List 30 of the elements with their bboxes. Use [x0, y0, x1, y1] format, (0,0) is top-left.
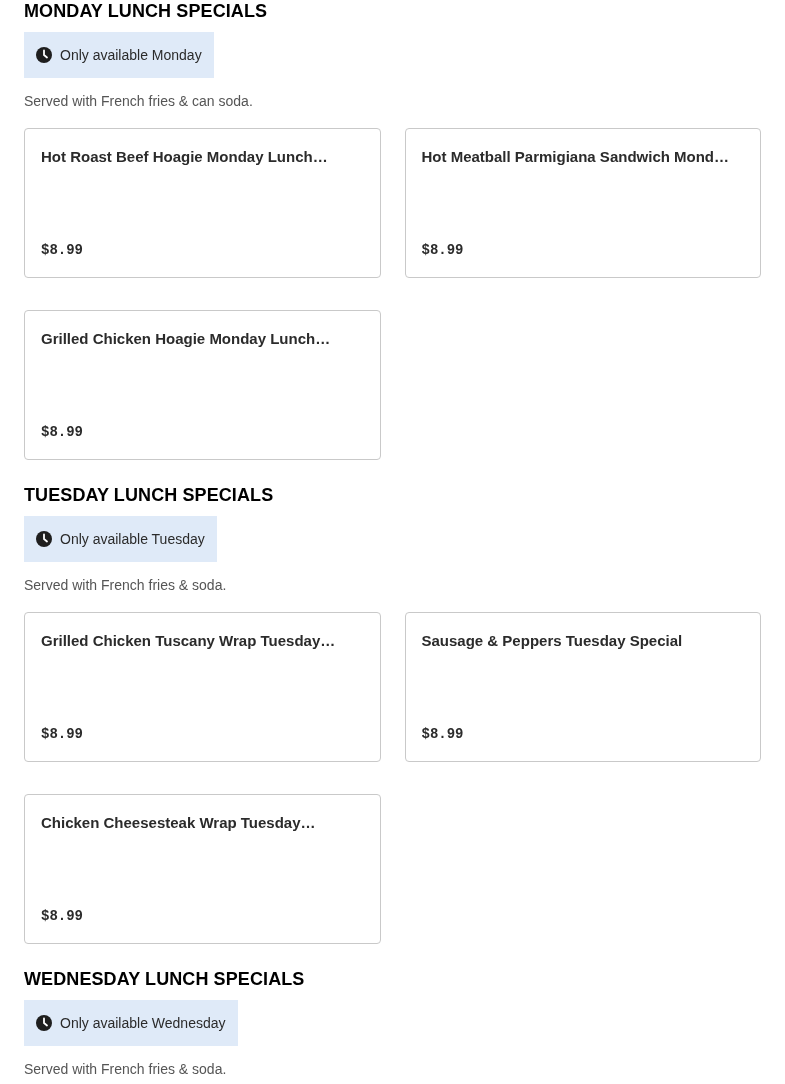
clock-icon — [36, 1015, 52, 1031]
section-description: Served with French fries & soda. — [24, 576, 228, 595]
menu-item-card[interactable]: Hot Roast Beef Hoagie Monday Lunch… $8.99 — [24, 128, 381, 278]
clock-icon — [36, 47, 52, 63]
menu-item-card[interactable]: Grilled Chicken Hoagie Monday Lunch… $8.99 — [24, 310, 381, 460]
availability-text: Only available Wednesday — [60, 1014, 226, 1033]
section-heading: WEDNESDAY LUNCH SPECIALS — [24, 968, 306, 990]
availability-text: Only available Monday — [60, 46, 202, 65]
item-price: $8.99 — [41, 241, 84, 259]
item-price: $8.99 — [421, 725, 465, 743]
section-heading: MONDAY LUNCH SPECIALS — [24, 0, 269, 22]
item-name: Grilled Chicken Tuscany Wrap Tuesday… — [41, 631, 337, 651]
menu-item-card[interactable]: Hot Meatball Parmigiana Sandwich Mond… $8.99 — [404, 128, 761, 278]
menu-item-card[interactable]: Grilled Chicken Tuscany Wrap Tuesday… $8.99 — [24, 612, 381, 762]
section-description: Served with French fries & can soda. — [24, 92, 254, 111]
section-description: Served with French fries & soda. — [24, 1060, 228, 1079]
section-heading: TUESDAY LUNCH SPECIALS — [24, 484, 275, 506]
item-name: Grilled Chicken Hoagie Monday Lunch… — [41, 329, 332, 349]
item-price: $8.99 — [41, 907, 84, 925]
menu-item-card[interactable]: Sausage & Peppers Tuesday Special $8.99 — [404, 612, 761, 762]
item-name: Hot Roast Beef Hoagie Monday Lunch… — [41, 147, 329, 167]
clock-icon — [36, 531, 52, 547]
availability-text: Only available Tuesday — [60, 530, 205, 549]
item-price: $8.99 — [41, 423, 84, 441]
item-name: Hot Meatball Parmigiana Sandwich Mond… — [421, 147, 731, 167]
menu-item-card[interactable]: Chicken Cheesesteak Wrap Tuesday… $8.99 — [24, 794, 381, 944]
item-price: $8.99 — [41, 725, 84, 743]
item-name: Sausage & Peppers Tuesday Special — [421, 631, 684, 651]
item-name: Chicken Cheesesteak Wrap Tuesday… — [41, 813, 317, 833]
item-price: $8.99 — [421, 241, 465, 259]
